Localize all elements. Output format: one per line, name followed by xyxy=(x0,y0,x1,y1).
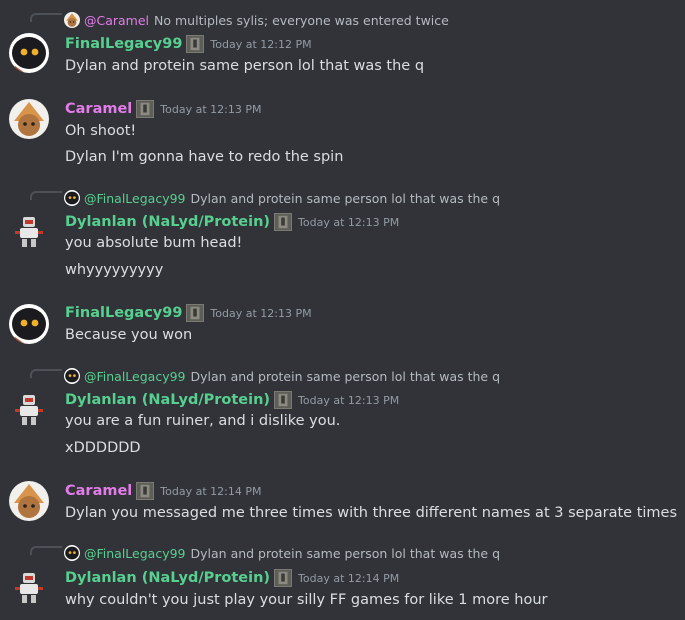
reply-text[interactable]: Dylan and protein same person lol that w… xyxy=(191,369,501,384)
role-icon[interactable] xyxy=(136,482,155,500)
timestamp[interactable]: Today at 12:13 PM xyxy=(210,307,311,320)
robot-avatar-icon[interactable] xyxy=(9,389,49,429)
dark-mask-avatar-icon xyxy=(64,190,80,206)
role-icon[interactable] xyxy=(136,100,155,118)
role-icon[interactable] xyxy=(274,569,293,587)
username[interactable]: Dylanlan (NaLyd/Protein) xyxy=(65,214,270,230)
message-text: Dylan I'm gonna have to redo the spin xyxy=(65,149,344,165)
robot-avatar-icon[interactable] xyxy=(9,211,49,251)
username[interactable]: FinalLegacy99 xyxy=(65,36,182,52)
reply-preview[interactable]: @FinalLegacy99 Dylan and protein same pe… xyxy=(64,367,500,385)
message-header: Caramel Today at 12:14 PM xyxy=(65,481,261,501)
reply-connector xyxy=(30,546,62,555)
robot-avatar-icon[interactable] xyxy=(9,567,49,607)
message-header: Dylanlan (NaLyd/Protein) Today at 12:14 … xyxy=(65,568,399,588)
message-header: Caramel Today at 12:13 PM xyxy=(65,99,261,119)
reply-preview[interactable]: @Caramel No multiples sylis; everyone wa… xyxy=(64,11,449,29)
reply-preview[interactable]: @FinalLegacy99 Dylan and protein same pe… xyxy=(64,189,500,207)
timestamp[interactable]: Today at 12:13 PM xyxy=(298,394,399,407)
reply-preview[interactable]: @FinalLegacy99 Dylan and protein same pe… xyxy=(64,544,500,562)
reply-connector xyxy=(30,13,62,22)
role-icon[interactable] xyxy=(274,391,293,409)
message-header: Dylanlan (NaLyd/Protein) Today at 12:13 … xyxy=(65,390,399,410)
message-text: xDDDDDD xyxy=(65,440,141,456)
timestamp[interactable]: Today at 12:13 PM xyxy=(298,216,399,229)
reply-connector xyxy=(30,369,62,378)
message-header: Dylanlan (NaLyd/Protein) Today at 12:13 … xyxy=(65,212,399,232)
message-text: Dylan and protein same person lol that w… xyxy=(65,58,425,74)
message-text: Dylan you messaged me three times with t… xyxy=(65,505,678,521)
timestamp[interactable]: Today at 12:14 PM xyxy=(298,572,399,585)
reply-author[interactable]: @FinalLegacy99 xyxy=(84,546,186,561)
message-header: FinalLegacy99 Today at 12:12 PM xyxy=(65,34,312,54)
message-text: whyyyyyyyyy xyxy=(65,262,164,278)
dark-mask-avatar-icon[interactable] xyxy=(9,33,49,73)
reply-text[interactable]: Dylan and protein same person lol that w… xyxy=(191,546,501,561)
reply-text[interactable]: Dylan and protein same person lol that w… xyxy=(191,191,501,206)
role-icon[interactable] xyxy=(186,304,205,322)
message-text: you are a fun ruiner, and i dislike you. xyxy=(65,413,341,429)
message-text: Oh shoot! xyxy=(65,123,137,139)
timestamp[interactable]: Today at 12:13 PM xyxy=(160,103,261,116)
reply-author[interactable]: @FinalLegacy99 xyxy=(84,369,186,384)
reply-author[interactable]: @FinalLegacy99 xyxy=(84,191,186,206)
doll-avatar-icon[interactable] xyxy=(9,99,49,139)
dark-mask-avatar-icon xyxy=(64,368,80,384)
message-text: you absolute bum head! xyxy=(65,235,243,251)
username[interactable]: Dylanlan (NaLyd/Protein) xyxy=(65,570,270,586)
username[interactable]: Dylanlan (NaLyd/Protein) xyxy=(65,392,270,408)
username[interactable]: FinalLegacy99 xyxy=(65,305,182,321)
message-text: Because you won xyxy=(65,327,193,343)
timestamp[interactable]: Today at 12:12 PM xyxy=(210,38,311,51)
message-header: FinalLegacy99 Today at 12:13 PM xyxy=(65,303,312,323)
role-icon[interactable] xyxy=(274,213,293,231)
doll-avatar-icon xyxy=(64,12,80,28)
reply-author[interactable]: @Caramel xyxy=(84,13,149,28)
doll-avatar-icon[interactable] xyxy=(9,481,49,521)
dark-mask-avatar-icon[interactable] xyxy=(9,304,49,344)
reply-connector xyxy=(30,191,62,200)
reply-text[interactable]: No multiples sylis; everyone was entered… xyxy=(154,13,449,28)
username[interactable]: Caramel xyxy=(65,483,132,499)
role-icon[interactable] xyxy=(186,35,205,53)
timestamp[interactable]: Today at 12:14 PM xyxy=(160,485,261,498)
dark-mask-avatar-icon xyxy=(64,545,80,561)
message-text: why couldn't you just play your silly FF… xyxy=(65,592,548,608)
chat-message-list: @Caramel No multiples sylis; everyone wa… xyxy=(0,0,685,620)
username[interactable]: Caramel xyxy=(65,101,132,117)
